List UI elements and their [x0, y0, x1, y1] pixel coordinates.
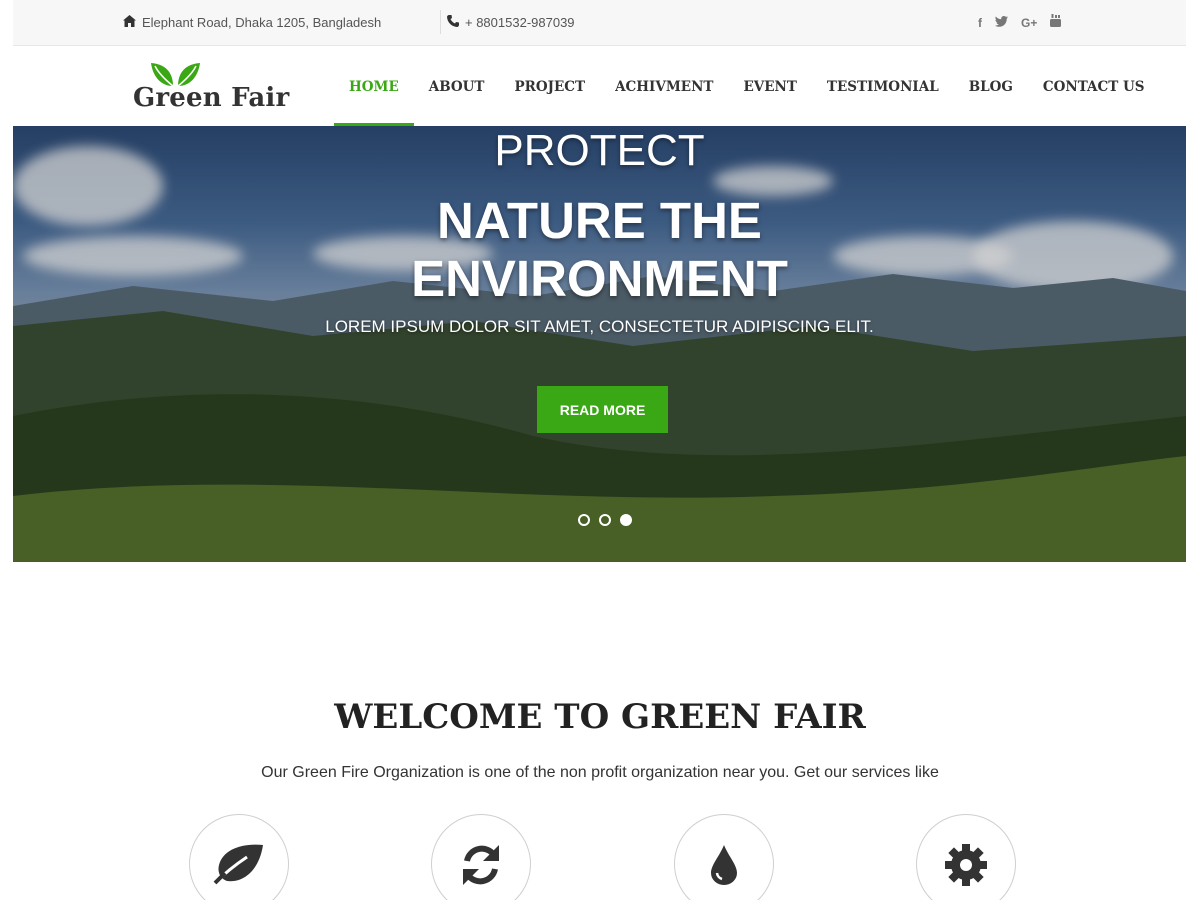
leaf-icon: [213, 843, 265, 890]
nav-label: TESTIMONIAL: [826, 78, 939, 95]
slider-dot-3[interactable]: [620, 514, 632, 526]
hero-line2: NATURE THE: [437, 192, 762, 249]
slider-dot-1[interactable]: [578, 514, 590, 526]
main-nav: HOME ABOUT PROJECT ACHIVMENT EVENT TESTI…: [334, 47, 1160, 126]
phone[interactable]: + 8801532-987039: [440, 10, 575, 34]
home-icon: [123, 15, 136, 30]
hero-line3: ENVIRONMENT: [411, 250, 788, 307]
facebook-icon[interactable]: f: [978, 15, 982, 31]
read-more-button[interactable]: READ MORE: [537, 386, 668, 433]
hero-subtitle: LOREM IPSUM DOLOR SIT AMET, CONSECTETUR …: [325, 317, 874, 336]
welcome-title: WELCOME TO GREEN FAIR: [334, 697, 866, 737]
nav-label: ACHIVMENT: [615, 78, 714, 95]
youtube-icon[interactable]: [1050, 14, 1062, 31]
gear-icon: [944, 843, 988, 892]
nav-label: EVENT: [743, 78, 797, 95]
service-recycle[interactable]: [431, 814, 531, 900]
hero-heading: NATURE THE ENVIRONMENT: [13, 192, 1186, 308]
slider-dots: [578, 514, 632, 526]
nav-item-blog[interactable]: BLOG: [954, 47, 1028, 126]
nav-label: CONTACT US: [1042, 78, 1145, 95]
nav-item-home[interactable]: HOME: [334, 47, 414, 126]
nav-item-project[interactable]: PROJECT: [499, 47, 600, 126]
service-leaf[interactable]: [189, 814, 289, 900]
nav-item-contact[interactable]: CONTACT US: [1028, 47, 1160, 126]
hero-slider: PROTECT NATURE THE ENVIRONMENT LOREM IPS…: [13, 126, 1186, 562]
brand-name: Green Fair: [133, 83, 290, 113]
address: Elephant Road, Dhaka 1205, Bangladesh: [123, 15, 381, 30]
nav-label: ABOUT: [428, 78, 485, 95]
nav-item-event[interactable]: EVENT: [728, 47, 811, 126]
nav-label: BLOG: [968, 78, 1013, 95]
address-text: Elephant Road, Dhaka 1205, Bangladesh: [142, 15, 382, 30]
welcome-text: Our Green Fire Organization is one of th…: [261, 764, 939, 781]
logo[interactable]: Green Fair: [133, 61, 293, 117]
service-water[interactable]: [674, 814, 774, 900]
drop-icon: [709, 843, 739, 890]
phone-icon: [447, 14, 459, 30]
nav-item-testimonial[interactable]: TESTIMONIAL: [812, 47, 954, 126]
slider-dot-2[interactable]: [599, 514, 611, 526]
site-header: Green Fair HOME ABOUT PROJECT ACHIVMENT …: [13, 47, 1186, 126]
social-links: f G+: [978, 14, 1062, 31]
hero-line1: PROTECT: [494, 126, 705, 175]
nav-label: HOME: [349, 78, 399, 95]
refresh-icon: [459, 843, 503, 892]
twitter-icon[interactable]: [995, 15, 1008, 31]
nav-label: PROJECT: [514, 78, 586, 95]
service-settings[interactable]: [916, 814, 1016, 900]
phone-text: + 8801532-987039: [465, 14, 575, 30]
nav-item-about[interactable]: ABOUT: [414, 47, 500, 126]
nav-item-achivment[interactable]: ACHIVMENT: [600, 47, 728, 126]
top-bar: Elephant Road, Dhaka 1205, Bangladesh + …: [13, 0, 1186, 46]
google-plus-icon[interactable]: G+: [1021, 15, 1037, 31]
